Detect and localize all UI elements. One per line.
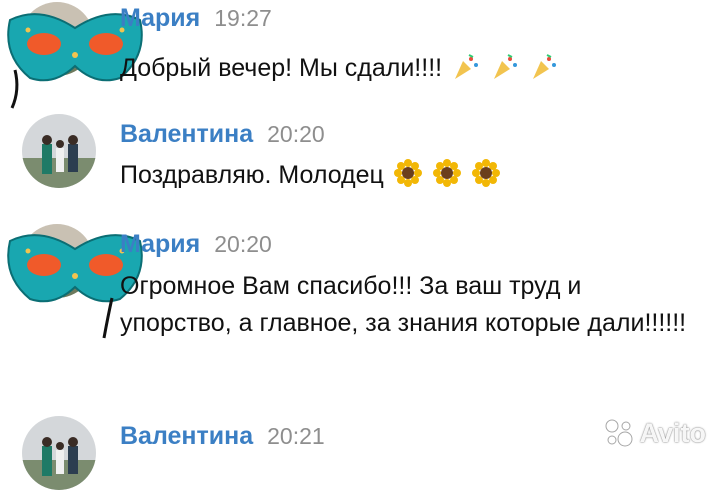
message-item: Мария 19:27 Добрый вечер! Мы сдали!!!!	[0, 0, 720, 110]
message-time: 20:20	[214, 231, 272, 257]
author-name[interactable]: Мария	[120, 4, 200, 33]
message-item: Валентина 20:20 Поздравляю. Молодец	[0, 112, 720, 222]
message-text: Добрый вечер! Мы сдали!!!!	[120, 50, 700, 87]
avatar[interactable]	[22, 114, 96, 188]
sunflower-icon	[432, 159, 461, 187]
sunflower-icon	[471, 159, 500, 187]
party-popper-icon	[532, 54, 556, 79]
author-name[interactable]: Валентина	[120, 120, 253, 149]
party-popper-icon	[494, 54, 517, 79]
message-item: Мария 20:20 Огромное Вам спасибо!!! За в…	[0, 220, 720, 400]
author-name[interactable]: Валентина	[120, 422, 253, 451]
message-text: Поздравляю. Молодец	[120, 157, 700, 194]
watermark-text: Avito	[639, 417, 707, 448]
message-body: Добрый вечер! Мы сдали!!!!	[120, 54, 443, 82]
sunflower-icon	[393, 159, 422, 187]
avito-watermark: Avito	[602, 416, 707, 450]
message-text: Огромное Вам спасибо!!! За ваш труд и уп…	[120, 272, 687, 337]
party-popper-icon	[455, 54, 479, 79]
message-time: 19:27	[214, 5, 272, 31]
message-body: Поздравляю. Молодец	[120, 161, 384, 189]
message-time: 20:20	[267, 121, 325, 147]
avatar[interactable]	[22, 416, 96, 490]
avito-logo-icon	[605, 419, 632, 447]
author-name[interactable]: Мария	[120, 230, 200, 259]
message-time: 20:21	[267, 423, 325, 449]
